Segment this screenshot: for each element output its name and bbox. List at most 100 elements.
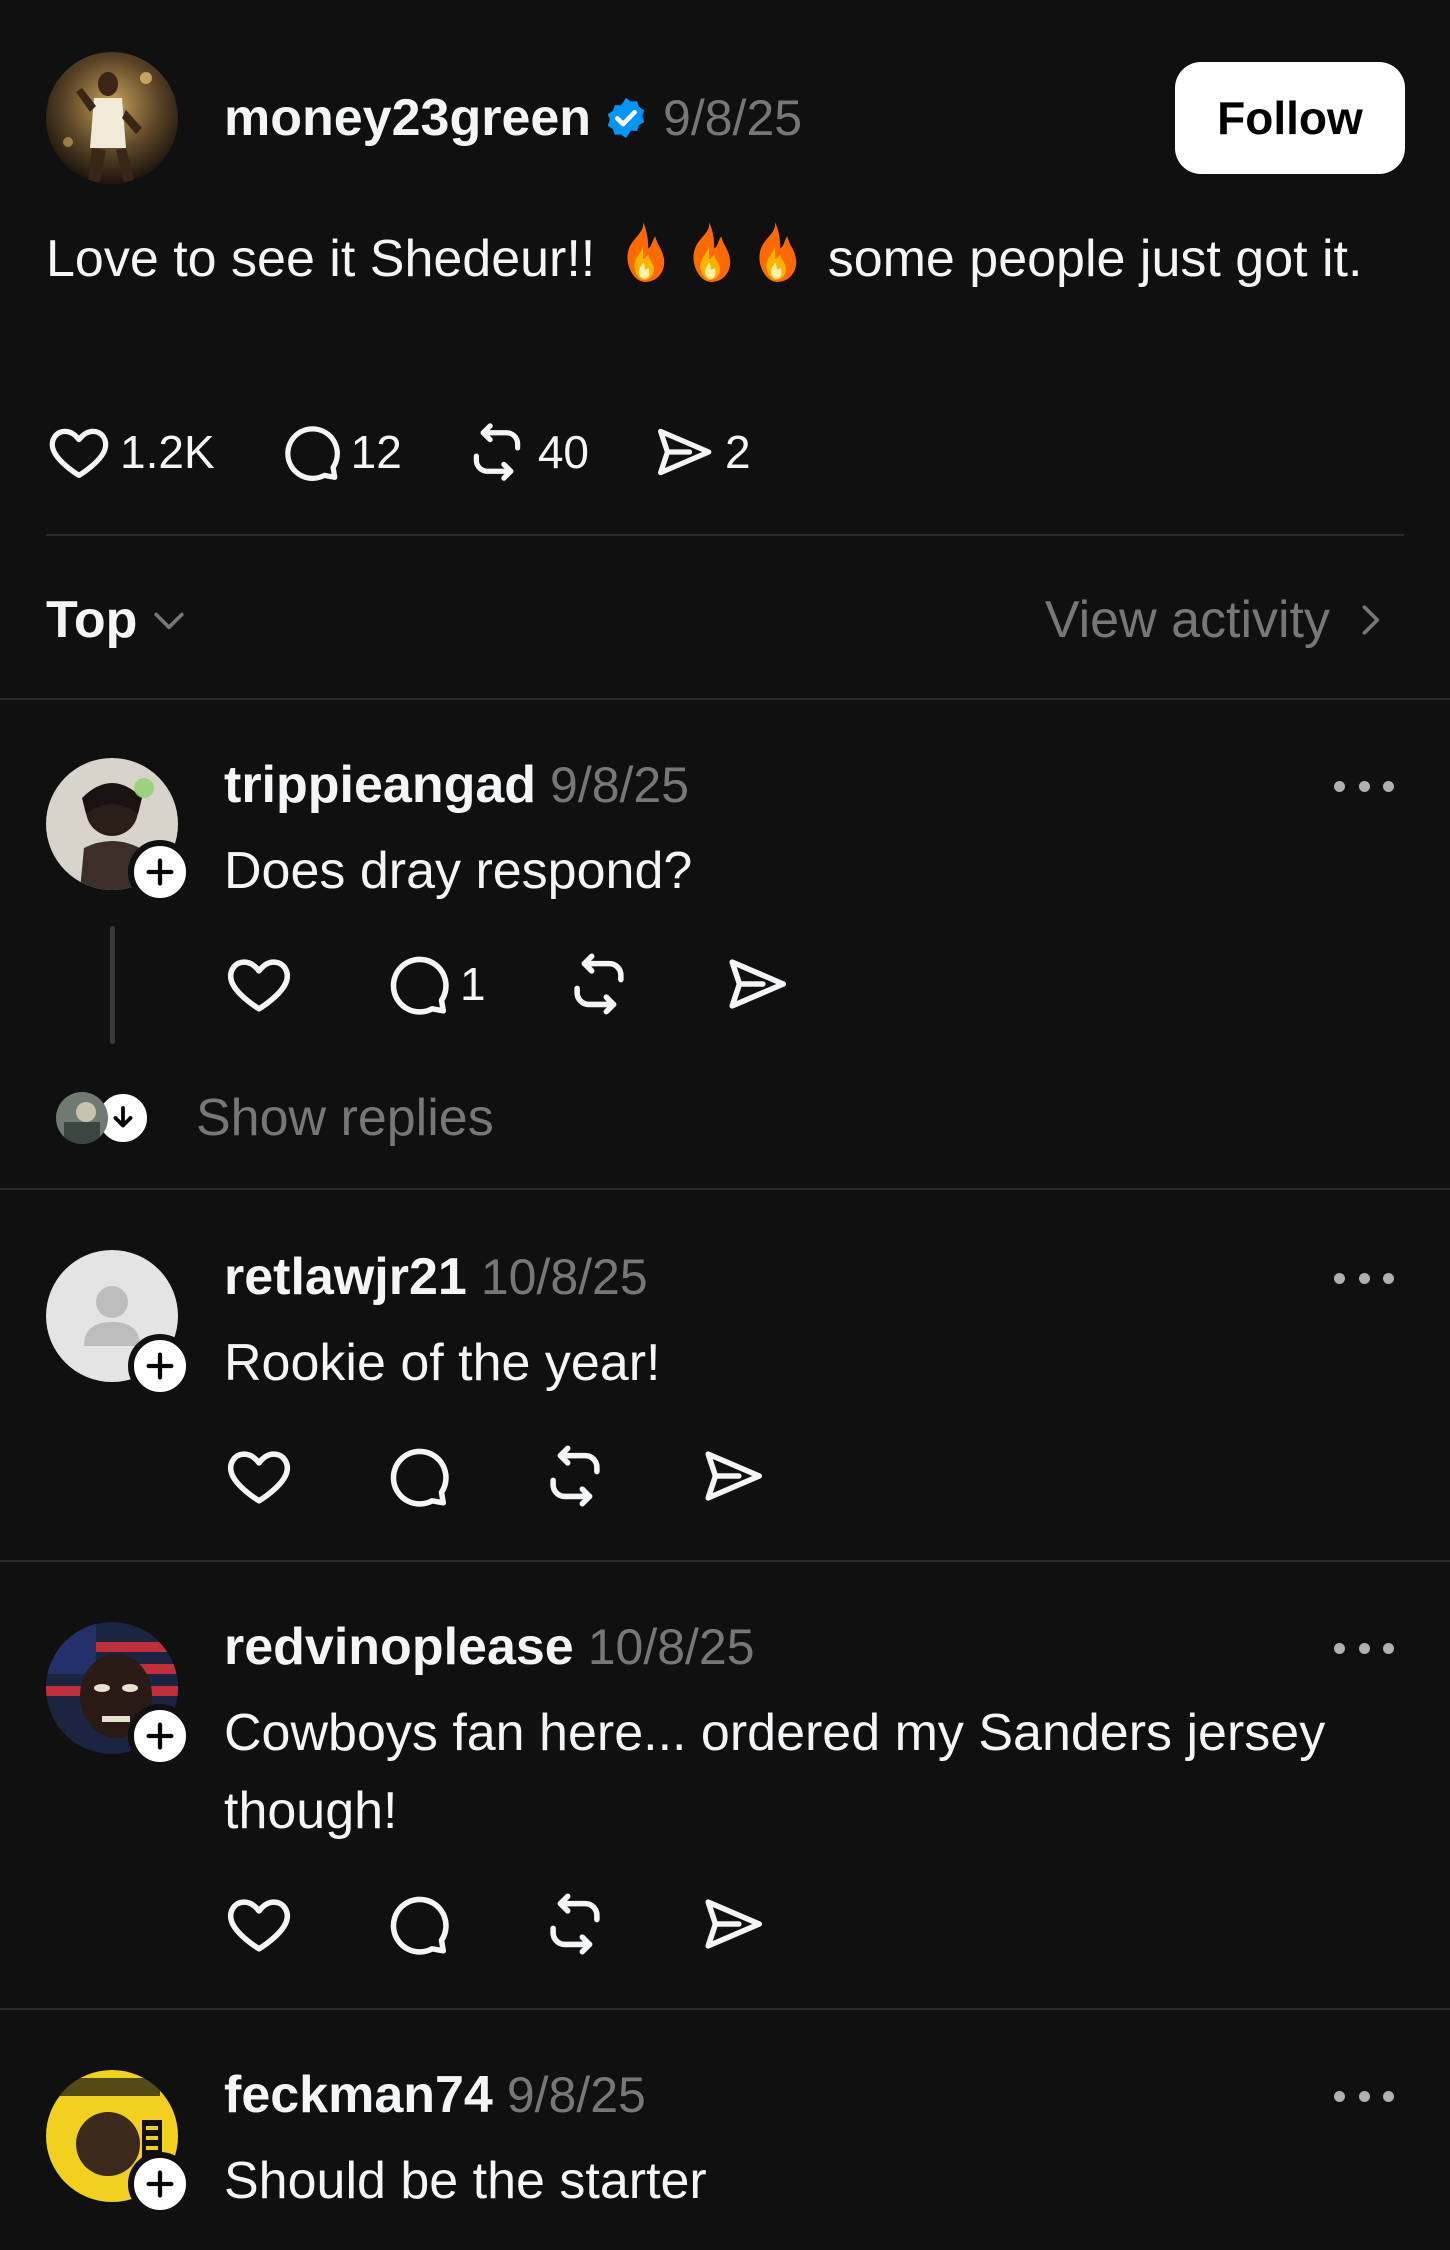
repost-icon (464, 419, 530, 485)
repost-icon (564, 949, 634, 1019)
more-options-button[interactable] (1334, 766, 1394, 806)
more-dots-icon (1334, 2090, 1345, 2102)
share-send-icon (698, 1889, 768, 1959)
share-button[interactable] (722, 949, 792, 1019)
repost-button[interactable] (540, 1889, 610, 1959)
post-header: money23green 9/8/25 (224, 84, 802, 152)
share-count: 2 (724, 426, 751, 478)
follow-button[interactable]: Follow (1175, 62, 1405, 174)
post-text: Love to see it Shedeur!! some people jus… (46, 220, 1406, 298)
chevron-right-icon (1348, 598, 1392, 642)
more-options-button[interactable] (1334, 1628, 1394, 1668)
repost-button[interactable]: 40 (464, 419, 589, 485)
repost-count: 40 (537, 426, 589, 478)
comment-date: 9/8/25 (550, 757, 690, 813)
comment-date: 9/8/25 (506, 2067, 646, 2123)
fire-emoji-icon (747, 220, 803, 284)
share-button[interactable] (698, 1889, 768, 1959)
fire-emoji-icon (681, 220, 737, 284)
plus-icon (143, 1349, 177, 1383)
verified-badge-icon (607, 97, 645, 139)
comment-date: 10/8/25 (587, 1619, 755, 1675)
like-count: 1.2K (120, 426, 215, 478)
share-send-icon (722, 949, 792, 1019)
comment-divider (0, 2008, 1450, 2010)
follow-plus-button[interactable] (128, 2152, 192, 2216)
comment-bubble-icon (382, 1889, 452, 1959)
more-dots-icon (1334, 1272, 1345, 1284)
comment-bubble-icon (382, 949, 452, 1019)
repost-icon (540, 1889, 610, 1959)
like-button[interactable] (224, 949, 294, 1019)
heart-icon (224, 1441, 294, 1511)
post-date: 9/8/25 (663, 90, 803, 146)
post-username[interactable]: money23green (224, 88, 591, 148)
sort-dropdown[interactable]: Top (46, 580, 191, 660)
follow-plus-button[interactable] (128, 1704, 192, 1768)
more-dots-icon (1334, 1642, 1345, 1654)
reply-button[interactable]: 12 (277, 419, 402, 485)
heart-icon (224, 949, 294, 1019)
reply-button[interactable] (382, 1889, 452, 1959)
share-send-icon (698, 1441, 768, 1511)
reply-button[interactable] (382, 1441, 452, 1511)
post-author-avatar[interactable] (46, 52, 178, 184)
plus-icon (143, 1719, 177, 1753)
comment-bubble-icon (382, 1441, 452, 1511)
more-dots-icon (1334, 780, 1345, 792)
repost-icon (540, 1441, 610, 1511)
show-replies-button[interactable]: Show replies (56, 1088, 494, 1148)
comment-divider (0, 1188, 1450, 1190)
heart-icon (46, 419, 112, 485)
plus-icon (143, 855, 177, 889)
comment-actions (224, 1438, 856, 1514)
comment-divider (0, 1560, 1450, 1562)
replier-avatar (56, 1092, 108, 1144)
plus-icon (143, 2167, 177, 2201)
share-button[interactable]: 2 (651, 419, 751, 485)
comment-text: Cowboys fan here... ordered my Sanders j… (224, 1704, 1326, 1840)
thread-line (110, 926, 115, 1044)
share-button[interactable] (698, 1441, 768, 1511)
repost-button[interactable] (564, 949, 634, 1019)
comment-username[interactable]: feckman74 (224, 2065, 493, 2125)
comment-header: redvinoplease 10/8/25 (224, 1614, 755, 1680)
comment-actions (224, 1886, 856, 1962)
post-text-before: Love to see it Shedeur!! (46, 230, 596, 288)
post-text-after: some people just got it. (813, 230, 1363, 288)
like-button[interactable] (224, 1889, 294, 1959)
like-button[interactable]: 1.2K (46, 419, 215, 485)
replies-sort-bar: Top View activity (46, 580, 1406, 660)
comment-actions: 1 (224, 946, 880, 1022)
reply-button[interactable]: 1 (382, 949, 486, 1019)
show-replies-label: Show replies (196, 1089, 494, 1147)
comment-username[interactable]: trippieangad (224, 755, 536, 815)
fire-emoji-icon (615, 220, 671, 284)
post-actions: 1.2K 12 40 2 (46, 414, 813, 490)
comment-text: Rookie of the year! (224, 1334, 661, 1392)
reply-count: 12 (350, 426, 402, 478)
share-send-icon (651, 419, 717, 485)
chevron-down-icon (147, 598, 191, 642)
view-activity-link[interactable]: View activity (1045, 580, 1392, 660)
more-options-button[interactable] (1334, 1258, 1394, 1298)
like-button[interactable] (224, 1441, 294, 1511)
view-activity-label: View activity (1044, 591, 1330, 649)
comment-header: feckman74 9/8/25 (224, 2062, 646, 2128)
heart-icon (224, 1889, 294, 1959)
comment-date: 10/8/25 (480, 1249, 648, 1305)
sort-label: Top (46, 591, 138, 649)
follow-plus-button[interactable] (128, 1334, 192, 1398)
comment-text: Does dray respond? (224, 842, 693, 900)
post-divider (46, 534, 1404, 536)
comment-username[interactable]: retlawjr21 (224, 1247, 467, 1307)
repost-button[interactable] (540, 1441, 610, 1511)
follow-plus-button[interactable] (128, 840, 192, 904)
reply-count: 1 (460, 958, 486, 1010)
comment-header: trippieangad 9/8/25 (224, 752, 689, 818)
section-divider (0, 698, 1450, 700)
more-options-button[interactable] (1334, 2076, 1394, 2116)
comment-username[interactable]: redvinoplease (224, 1617, 574, 1677)
comment-header: retlawjr21 10/8/25 (224, 1244, 648, 1310)
comment-bubble-icon (277, 419, 343, 485)
